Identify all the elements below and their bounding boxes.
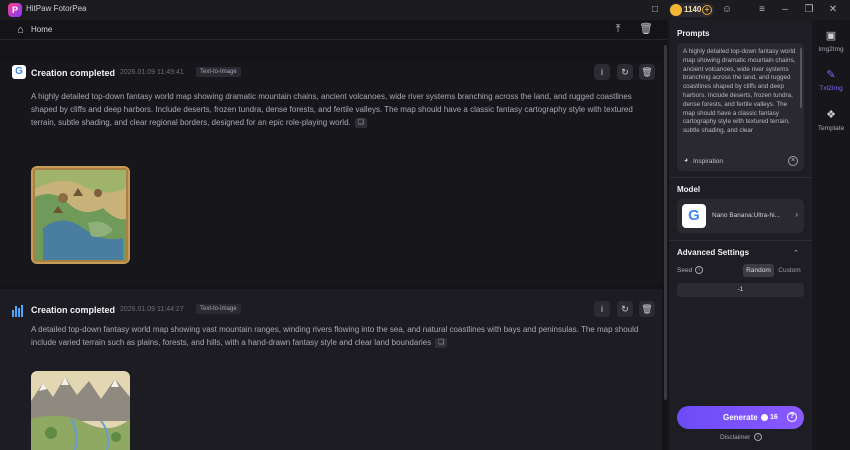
prompt-input[interactable]: A highly detailed top-down fantasy world… bbox=[677, 43, 804, 171]
template-icon: ❖ bbox=[826, 109, 836, 121]
home-icon[interactable]: ⌂ bbox=[17, 24, 24, 36]
settings-panel: Prompts A highly detailed top-down fanta… bbox=[669, 20, 812, 450]
card-time: 2026.01.09 11:44:27 bbox=[120, 306, 184, 313]
add-credits-icon[interactable]: + bbox=[702, 5, 712, 15]
card-description: A highly detailed top-down fantasy world… bbox=[31, 90, 659, 129]
coin-icon bbox=[761, 414, 768, 421]
card-tag: Text-to-Image bbox=[196, 67, 241, 77]
model-name: Nano Banana:Ultra-hi... bbox=[712, 212, 780, 219]
generate-cost: 16 bbox=[770, 414, 778, 421]
model-bars-icon bbox=[12, 303, 26, 317]
trash-icon[interactable]: 🗑 bbox=[639, 22, 653, 36]
help-icon[interactable]: ? bbox=[787, 412, 797, 422]
description-text: A highly detailed top-down fantasy world… bbox=[31, 92, 633, 127]
app-logo: P bbox=[8, 3, 22, 17]
prompt-text[interactable]: A highly detailed top-down fantasy world… bbox=[683, 48, 797, 155]
prompts-title: Prompts bbox=[677, 29, 710, 38]
menu-icon[interactable]: ≡ bbox=[755, 3, 769, 17]
history-panel: ⌂ Home ⤒ 🗑 G Creation completed 2026.01.… bbox=[0, 20, 667, 450]
delete-button[interactable]: 🗑 bbox=[639, 301, 655, 317]
rail-item-template[interactable]: ❖ Template bbox=[812, 104, 850, 142]
info-icon[interactable]: i bbox=[754, 433, 762, 441]
export-icon[interactable]: ⤒ bbox=[611, 22, 625, 36]
lightbulb-icon: ◕ bbox=[684, 157, 689, 164]
rail-label: Template bbox=[817, 125, 845, 132]
rail-label: Img2Img bbox=[818, 46, 844, 53]
credits-badge[interactable]: 1140 + bbox=[669, 3, 714, 17]
disclaimer-link[interactable]: Disclaimer bbox=[720, 434, 750, 441]
chevron-right-icon: › bbox=[795, 210, 798, 219]
info-icon[interactable]: i bbox=[695, 266, 703, 274]
tool-rail: ▣ Img2Img ✎ Txt2Img ❖ Template bbox=[812, 20, 850, 450]
info-button[interactable]: i bbox=[594, 64, 610, 80]
google-logo-icon: G bbox=[682, 204, 706, 228]
copy-icon[interactable]: ❏ bbox=[435, 337, 448, 348]
rail-item-img2img[interactable]: ▣ Img2Img bbox=[812, 25, 850, 63]
credits-count: 1140 bbox=[684, 5, 702, 14]
copy-icon[interactable]: ❏ bbox=[354, 117, 367, 128]
chevron-up-icon[interactable]: ⌃ bbox=[793, 249, 799, 257]
seed-random-toggle[interactable]: Random bbox=[743, 264, 774, 277]
model-selector[interactable]: G Nano Banana:Ultra-hi... › bbox=[677, 199, 804, 233]
seed-input[interactable]: -1 bbox=[677, 283, 804, 297]
generate-button[interactable]: Generate 16 ? bbox=[677, 406, 804, 429]
coin-icon bbox=[670, 4, 682, 16]
advanced-settings-title[interactable]: Advanced Settings bbox=[677, 248, 749, 257]
scrollbar[interactable] bbox=[664, 45, 667, 400]
account-icon[interactable]: ☺ bbox=[720, 3, 734, 17]
image-icon: ▣ bbox=[825, 30, 837, 42]
card-tag: Text-to-Image bbox=[196, 304, 241, 314]
close-icon[interactable]: ✕ bbox=[826, 3, 840, 17]
creation-card: G Creation completed 2026.01.09 11:49:41… bbox=[0, 61, 662, 285]
regenerate-button[interactable]: ↻ bbox=[617, 301, 633, 317]
title-bar: P HitPaw FotorPea □ 1140 + ☺ ≡ – ❐ ✕ bbox=[0, 0, 850, 20]
generate-label: Generate bbox=[723, 413, 758, 422]
home-bar: ⌂ Home ⤒ 🗑 bbox=[0, 20, 667, 40]
minimize-icon[interactable]: – bbox=[778, 3, 792, 17]
clear-icon[interactable]: × bbox=[788, 156, 798, 166]
rail-item-txt2img[interactable]: ✎ Txt2Img bbox=[812, 64, 850, 102]
divider bbox=[669, 240, 812, 241]
text-image-icon: ✎ bbox=[826, 69, 836, 81]
card-description: A detailed top-down fantasy world map sh… bbox=[31, 323, 659, 349]
seed-label: Seed bbox=[677, 267, 693, 274]
regenerate-button[interactable]: ↻ bbox=[617, 64, 633, 80]
model-title: Model bbox=[677, 185, 701, 194]
prompt-scrollbar[interactable] bbox=[800, 48, 802, 108]
divider bbox=[669, 177, 812, 178]
rail-label: Txt2Img bbox=[819, 85, 843, 92]
description-text: A detailed top-down fantasy world map sh… bbox=[31, 325, 639, 347]
card-title: Creation completed bbox=[31, 305, 116, 315]
card-time: 2026.01.09 11:49:41 bbox=[120, 69, 184, 76]
home-link[interactable]: Home bbox=[31, 25, 52, 34]
info-button[interactable]: i bbox=[594, 301, 610, 317]
result-thumbnail[interactable] bbox=[31, 166, 130, 264]
inspiration-button[interactable]: Inspiration bbox=[693, 158, 723, 165]
result-thumbnail[interactable] bbox=[31, 371, 130, 450]
maximize-icon[interactable]: ❐ bbox=[802, 3, 816, 17]
app-title: HitPaw FotorPea bbox=[26, 4, 87, 13]
message-icon[interactable]: □ bbox=[648, 3, 662, 17]
card-title: Creation completed bbox=[31, 68, 116, 78]
creation-card: Creation completed 2026.01.09 11:44:27 T… bbox=[0, 289, 662, 450]
google-logo-icon: G bbox=[12, 65, 26, 79]
delete-button[interactable]: 🗑 bbox=[639, 64, 655, 80]
seed-custom-toggle[interactable]: Custom bbox=[775, 264, 804, 277]
